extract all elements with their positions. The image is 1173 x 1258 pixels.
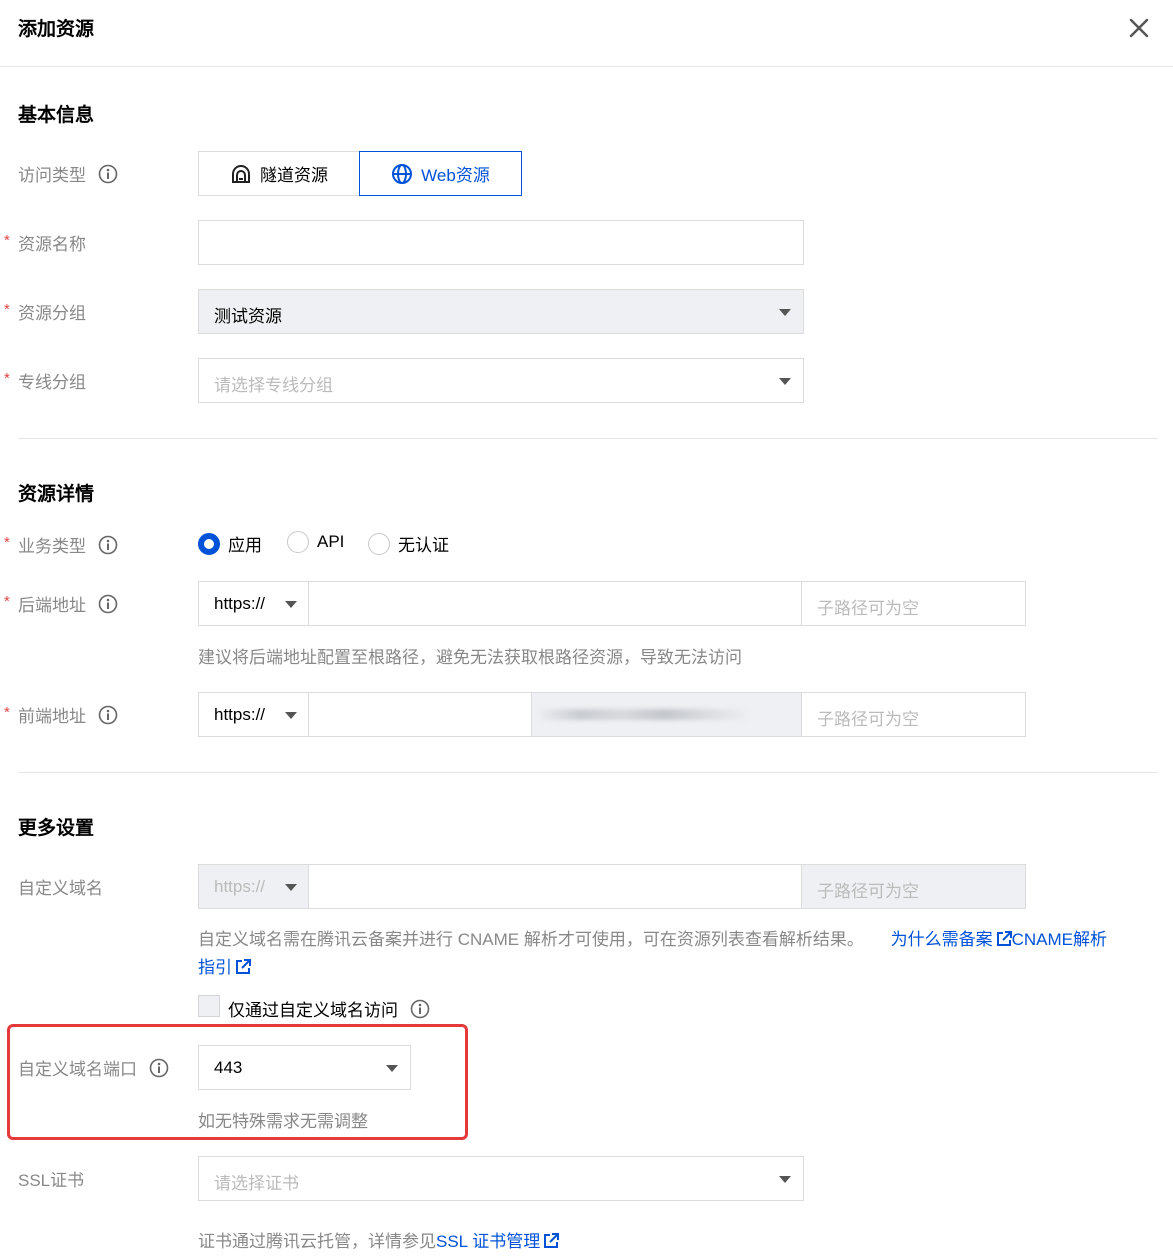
backend-hint: 建议将后端地址配置至根路径，避免无法获取根路径资源，导致无法访问	[198, 648, 742, 667]
resource-group-label: * 资源分组	[4, 301, 86, 323]
backend-host-input[interactable]	[308, 581, 802, 626]
section-title-details: 资源详情	[18, 484, 95, 505]
only-custom-domain-label: 仅通过自定义域名访问	[228, 996, 430, 1021]
why-filing-link[interactable]: 为什么需备案	[891, 930, 1012, 949]
caret-down-icon	[285, 884, 297, 891]
info-icon[interactable]	[98, 705, 118, 725]
access-type-label: 访问类型	[18, 161, 118, 186]
frontend-domain-suffix	[531, 692, 802, 737]
section-title-basic: 基本信息	[18, 105, 95, 126]
header-divider	[0, 66, 1173, 67]
backend-protocol-select[interactable]: https://	[198, 581, 309, 626]
tab-tunnel-resource[interactable]: 隧道资源	[198, 151, 360, 196]
ssl-cert-label: SSL证书	[18, 1171, 85, 1190]
radio-api[interactable]: API	[287, 531, 344, 553]
resource-name-input[interactable]	[198, 220, 804, 265]
info-icon[interactable]	[98, 535, 118, 555]
radio-app[interactable]: 应用	[198, 531, 262, 556]
custom-domain-hint: 自定义域名需在腾讯云备案并进行 CNAME 解析才可使用，可在资源列表查看解析结…	[198, 930, 1107, 949]
dialog-title: 添加资源	[18, 19, 95, 40]
business-type-label: * 业务类型	[4, 532, 118, 557]
caret-down-icon	[779, 309, 791, 316]
custom-domain-input[interactable]	[308, 864, 802, 909]
caret-down-icon	[779, 1176, 791, 1183]
backend-subpath-input[interactable]: 子路径可为空	[801, 581, 1026, 626]
tunnel-icon	[232, 164, 250, 183]
radio-unchecked[interactable]	[368, 532, 390, 555]
info-icon[interactable]	[410, 999, 430, 1019]
ssl-hint: 证书通过腾讯云托管，详情参见SSL 证书管理	[198, 1227, 560, 1252]
external-link-icon	[236, 959, 251, 974]
ssl-cert-select[interactable]: 请选择证书	[198, 1156, 804, 1201]
custom-domain-subpath-input: 子路径可为空	[801, 864, 1026, 909]
external-link-icon	[544, 1233, 560, 1248]
cname-guide-link[interactable]: CNAME解析	[1012, 930, 1107, 949]
caret-down-icon	[285, 712, 297, 719]
external-link-icon	[996, 931, 1012, 946]
only-custom-domain-checkbox[interactable]	[198, 995, 220, 1017]
radio-checked[interactable]	[198, 532, 220, 555]
backend-address-label: * 后端地址	[4, 591, 118, 616]
highlight-box	[7, 1024, 468, 1140]
frontend-address-label: * 前端地址	[4, 702, 118, 727]
cname-guide-link-wrap: 指引	[198, 953, 251, 978]
info-icon[interactable]	[98, 594, 118, 614]
cname-guide-link-cont[interactable]: 指引	[198, 958, 251, 977]
frontend-protocol-select[interactable]: https://	[198, 692, 309, 737]
close-icon[interactable]	[1126, 15, 1152, 41]
ssl-cert-manage-link[interactable]: SSL 证书管理	[436, 1232, 560, 1251]
section-divider	[18, 772, 1158, 773]
tab-web-resource[interactable]: Web资源	[359, 151, 522, 196]
caret-down-icon	[285, 601, 297, 608]
custom-domain-protocol-select: https://	[198, 864, 309, 909]
line-group-label: * 专线分组	[4, 370, 86, 392]
radio-no-auth[interactable]: 无认证	[368, 531, 449, 556]
custom-domain-label: 自定义域名	[18, 879, 103, 898]
frontend-subpath-input[interactable]: 子路径可为空	[801, 692, 1026, 737]
frontend-host-input[interactable]	[308, 692, 532, 737]
section-divider	[18, 438, 1158, 439]
radio-unchecked[interactable]	[287, 531, 309, 553]
resource-group-select[interactable]: 测试资源	[198, 289, 804, 334]
info-icon[interactable]	[98, 164, 118, 184]
section-title-more: 更多设置	[18, 818, 95, 839]
line-group-select[interactable]: 请选择专线分组	[198, 358, 804, 403]
resource-name-label: * 资源名称	[4, 232, 86, 254]
redacted-domain	[538, 709, 748, 720]
caret-down-icon	[779, 378, 791, 385]
globe-icon	[392, 163, 413, 184]
